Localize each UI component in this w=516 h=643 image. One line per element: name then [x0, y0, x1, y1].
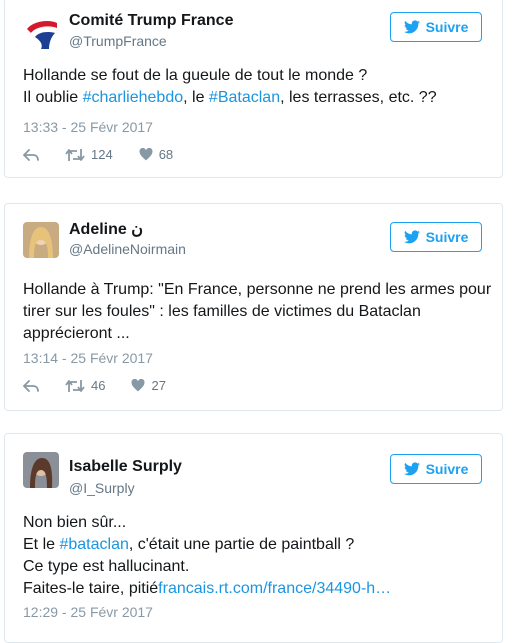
tweet-text-line: Hollande se fout de la gueule de tout le…	[23, 65, 493, 87]
author-handle[interactable]: @AdelineNoirmain	[69, 241, 186, 257]
reply-button[interactable]	[23, 148, 39, 162]
author-name[interactable]: Comité Trump France	[69, 12, 233, 30]
retweet-icon	[65, 379, 85, 392]
avatar[interactable]	[23, 452, 59, 488]
tweet-card: Comité Trump France @TrumpFrance Suivre …	[4, 0, 503, 178]
reply-icon	[23, 148, 39, 161]
heart-icon	[139, 148, 153, 161]
retweet-count: 124	[91, 147, 113, 162]
tweet-text-segment: Il oublie	[23, 89, 83, 106]
retweet-icon	[65, 148, 85, 161]
twitter-bird-icon	[403, 230, 420, 244]
tweet-text-line: Non bien sûr...	[23, 512, 493, 534]
twitter-bird-icon	[403, 462, 420, 476]
hashtag-link[interactable]: #bataclan	[59, 536, 128, 553]
hashtag-link[interactable]: #Bataclan	[209, 89, 280, 106]
heart-icon	[132, 379, 145, 392]
follow-label: Suivre	[425, 229, 469, 245]
author-name-text: Adeline	[69, 221, 127, 238]
tweet-text-segment: Et le	[23, 536, 60, 553]
tweet-text-line: Et le #bataclan, c'était une partie de p…	[23, 534, 493, 556]
tweet-card: Adeline ن @AdelineNoirmain Suivre Hollan…	[4, 203, 503, 411]
like-button[interactable]: 68	[139, 147, 173, 162]
author-handle[interactable]: @TrumpFrance	[69, 33, 167, 49]
hashtag-link[interactable]: #charliehebdo	[83, 89, 184, 106]
avatar[interactable]	[23, 15, 59, 51]
avatar[interactable]	[23, 222, 59, 258]
retweet-button[interactable]: 46	[65, 378, 105, 393]
tweet-text-segment: Faites-le taire, pitié	[23, 580, 159, 597]
tweet-text-line: Hollande à Trump: "En France, personne n…	[23, 279, 493, 301]
tweet-text-line: apprécieront ...	[23, 323, 493, 345]
like-button[interactable]: 27	[131, 378, 166, 393]
hashtag-link[interactable]: francais.rt.com/france/34490-h…	[158, 580, 391, 597]
timestamp[interactable]: 13:14 - 25 Févr 2017	[23, 350, 153, 366]
author-name-suffix: ن	[131, 221, 143, 238]
tweet-text-line: Ce type est hallucinant.	[23, 556, 493, 578]
tweet-text-segment: Hollande se fout de la gueule de tout le…	[23, 67, 368, 84]
tweet-actions: 46 27	[23, 378, 192, 393]
tweet-card: Isabelle Surply @I_Surply Suivre Non bie…	[4, 433, 503, 643]
author-handle[interactable]: @I_Surply	[69, 480, 135, 496]
author-name[interactable]: Adeline ن	[69, 219, 143, 239]
tweet-text-segment: , les terrasses, etc. ??	[280, 89, 437, 106]
tweet-text-segment: Non bien sûr...	[23, 514, 127, 531]
tweet-text-line: Faites-le taire, pitiéfrancais.rt.com/fr…	[23, 578, 493, 600]
tweet-text-segment: Ce type est hallucinant.	[23, 558, 190, 575]
tweet-text-segment: tirer sur les foules" : les familles de …	[23, 303, 421, 320]
reply-button[interactable]	[23, 379, 39, 393]
tweet-actions: 124 68	[23, 147, 199, 162]
follow-label: Suivre	[425, 461, 469, 477]
timestamp[interactable]: 12:29 - 25 Févr 2017	[23, 604, 153, 620]
twitter-bird-icon	[403, 20, 420, 34]
reply-icon	[23, 379, 39, 392]
retweet-button[interactable]: 124	[65, 147, 113, 162]
like-count: 27	[151, 378, 166, 393]
retweet-count: 46	[91, 378, 106, 393]
author-name[interactable]: Isabelle Surply	[69, 458, 182, 476]
tweet-text-segment: Hollande à Trump: "En France, personne n…	[23, 281, 492, 298]
tweet-text-segment: , le	[183, 89, 209, 106]
tweet-text-segment: apprécieront ...	[23, 325, 130, 342]
tweet-text: Non bien sûr... Et le #bataclan, c'était …	[23, 512, 493, 600]
tweet-text-line: tirer sur les foules" : les familles de …	[23, 301, 493, 323]
follow-button[interactable]: Suivre	[390, 222, 482, 252]
tweet-text-line: Il oublie #charliehebdo, le #Bataclan, l…	[23, 87, 493, 109]
follow-button[interactable]: Suivre	[390, 454, 482, 484]
tweet-text: Hollande à Trump: "En France, personne n…	[23, 279, 493, 345]
follow-label: Suivre	[425, 19, 469, 35]
tweet-text-segment: , c'était une partie de paintball ?	[128, 536, 355, 553]
follow-button[interactable]: Suivre	[390, 12, 482, 42]
tweet-text: Hollande se fout de la gueule de tout le…	[23, 65, 493, 109]
like-count: 68	[158, 147, 174, 162]
timestamp[interactable]: 13:33 - 25 Févr 2017	[23, 119, 153, 135]
